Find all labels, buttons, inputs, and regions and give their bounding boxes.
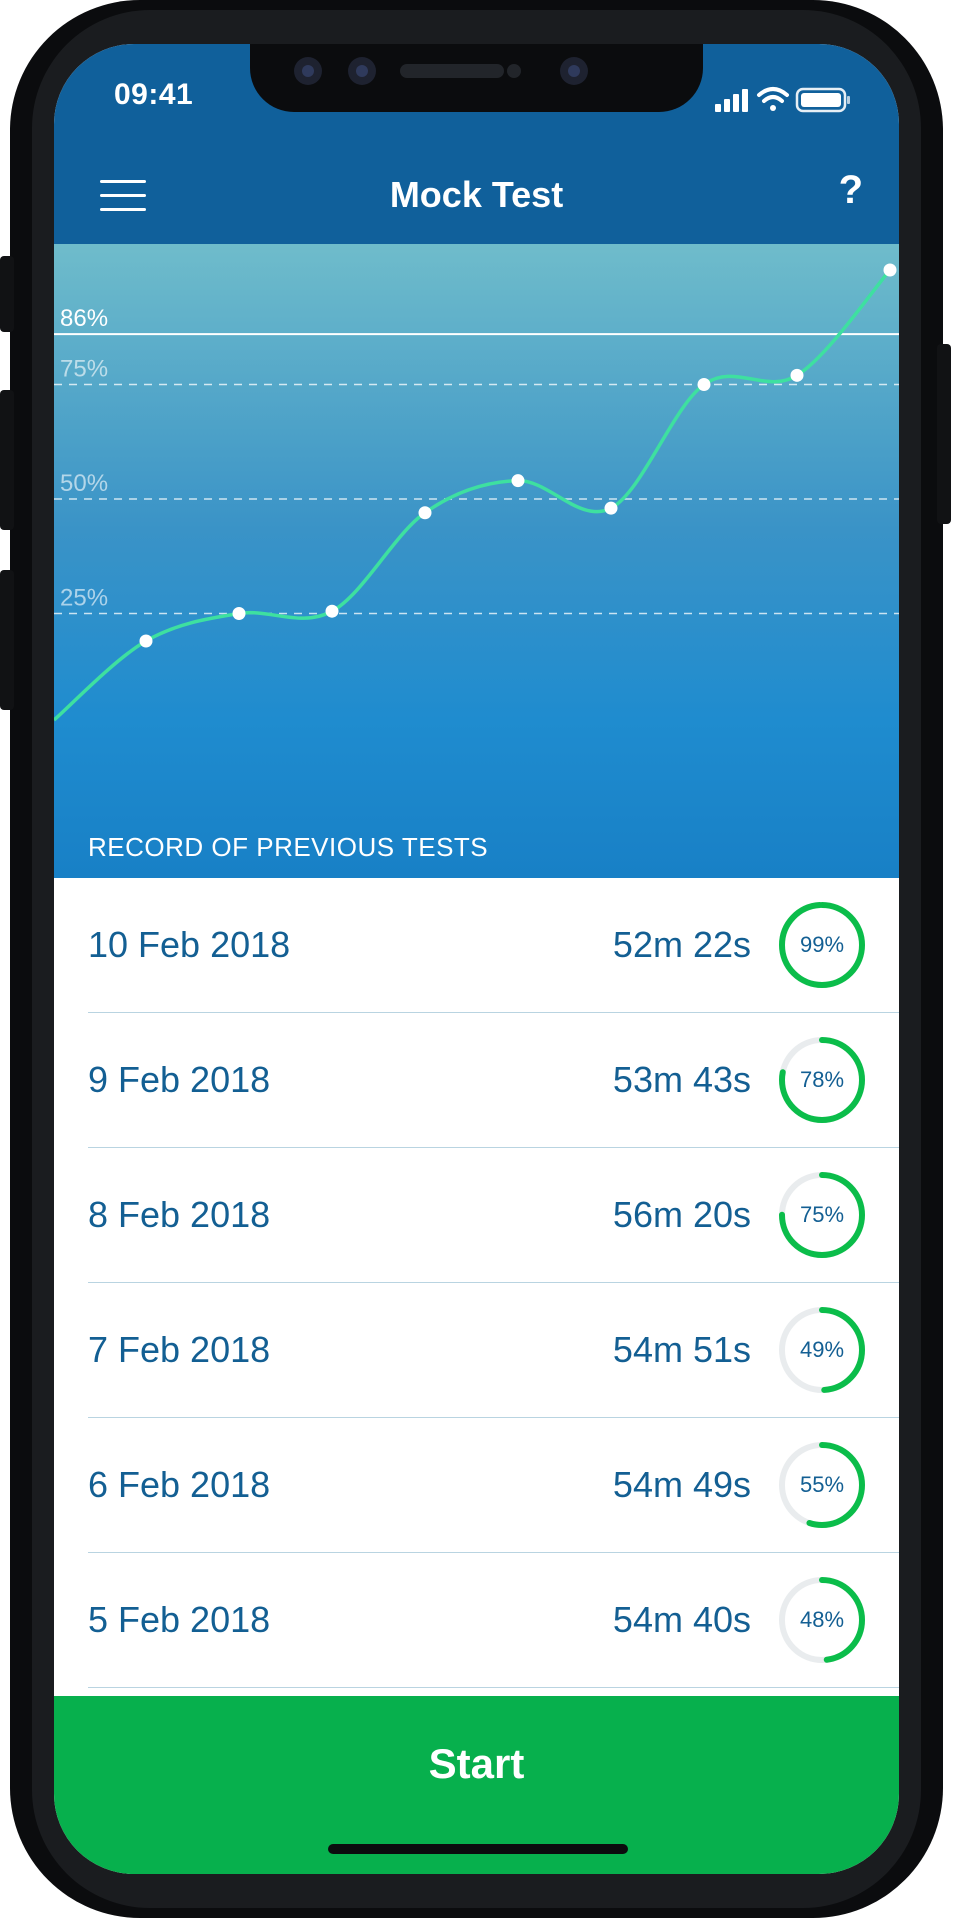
record-score: 99% bbox=[799, 932, 845, 957]
target-label: 86% bbox=[60, 305, 108, 332]
record-row[interactable]: 5 Feb 2018 54m 40s 48% bbox=[54, 1553, 899, 1688]
page-title: Mock Test bbox=[389, 174, 564, 215]
row-divider bbox=[88, 1686, 899, 1688]
record-row[interactable]: 7 Feb 2018 54m 51s 49% bbox=[54, 1283, 899, 1418]
record-score: 49% bbox=[799, 1337, 845, 1362]
side-button-volume-up bbox=[0, 390, 14, 530]
side-button-volume-down bbox=[0, 570, 14, 710]
section-label: RECORD OF PREVIOUS TESTS bbox=[88, 832, 489, 862]
record-row[interactable]: 6 Feb 2018 54m 49s 55% bbox=[54, 1418, 899, 1553]
data-point bbox=[418, 506, 432, 520]
record-duration: 54m 40s bbox=[612, 1599, 751, 1640]
score-line bbox=[54, 268, 892, 722]
record-row[interactable]: 9 Feb 2018 53m 43s 78% bbox=[54, 1013, 899, 1148]
record-duration: 54m 49s bbox=[612, 1464, 751, 1505]
status-icons bbox=[715, 84, 865, 119]
home-indicator[interactable] bbox=[328, 1844, 628, 1854]
data-point bbox=[604, 501, 618, 515]
record-score: 48% bbox=[799, 1607, 845, 1632]
gridline-label: 75% bbox=[60, 356, 108, 383]
record-date: 9 Feb 2018 bbox=[88, 1059, 271, 1100]
side-button-power bbox=[937, 344, 951, 524]
record-duration: 56m 20s bbox=[612, 1194, 751, 1235]
battery-icon bbox=[795, 87, 850, 113]
record-duration: 53m 43s bbox=[612, 1059, 751, 1100]
data-point bbox=[511, 474, 525, 488]
record-duration: 52m 22s bbox=[612, 924, 751, 965]
record-score: 55% bbox=[799, 1472, 845, 1497]
record-date: 6 Feb 2018 bbox=[88, 1464, 271, 1505]
data-point bbox=[139, 634, 153, 648]
record-score: 78% bbox=[799, 1067, 845, 1092]
record-date: 10 Feb 2018 bbox=[88, 924, 291, 965]
app-screen: 09:41 Mock Test ? 25% 50% 75% 86% RECORD… bbox=[54, 44, 899, 1874]
wifi-icon bbox=[757, 87, 789, 111]
score-line-chart: 25% 50% 75% 86% bbox=[54, 263, 899, 722]
data-point bbox=[697, 378, 711, 391]
record-score: 75% bbox=[799, 1202, 845, 1227]
data-point bbox=[790, 368, 804, 382]
gridline-label: 50% bbox=[60, 470, 108, 497]
help-icon[interactable]: ? bbox=[839, 168, 863, 213]
record-date: 5 Feb 2018 bbox=[88, 1599, 271, 1640]
camera-notch bbox=[250, 44, 703, 112]
data-point bbox=[232, 607, 246, 620]
data-point bbox=[883, 263, 897, 277]
records-list: 10 Feb 2018 52m 22s 99% 9 Feb 2018 53m 43s 78… bbox=[54, 878, 899, 1688]
start-button-label: Start bbox=[428, 1740, 525, 1787]
side-button-mute bbox=[0, 256, 14, 332]
gridline-label: 25% bbox=[60, 585, 108, 612]
status-time: 09:41 bbox=[114, 78, 194, 111]
signal-icon bbox=[715, 89, 748, 112]
data-point bbox=[325, 604, 339, 618]
record-row[interactable]: 10 Feb 2018 52m 22s 99% bbox=[54, 878, 899, 1013]
record-duration: 54m 51s bbox=[612, 1329, 751, 1370]
record-row[interactable]: 8 Feb 2018 56m 20s 75% bbox=[54, 1148, 899, 1283]
record-date: 8 Feb 2018 bbox=[88, 1194, 271, 1235]
record-date: 7 Feb 2018 bbox=[88, 1329, 271, 1370]
